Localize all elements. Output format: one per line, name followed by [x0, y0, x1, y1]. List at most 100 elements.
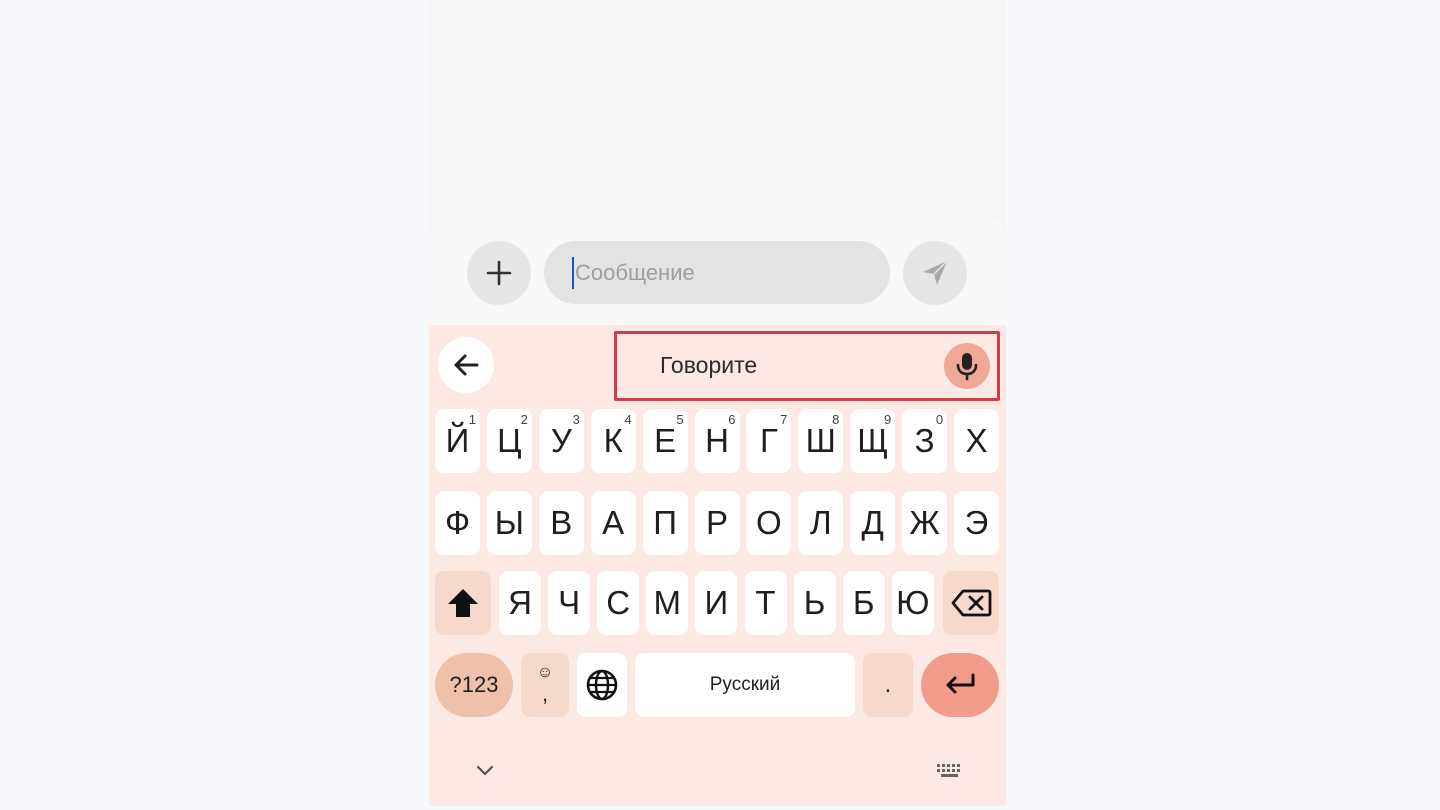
key-label: И: [704, 584, 729, 621]
key-label: Р: [705, 504, 728, 541]
key-label: Х: [965, 422, 988, 459]
letter-key[interactable]: Ч: [548, 571, 591, 635]
letter-key[interactable]: Ы: [486, 491, 532, 555]
emoji-icon: ☺: [536, 664, 554, 681]
key-number-hint: 5: [676, 412, 684, 427]
letter-key[interactable]: О: [746, 491, 792, 555]
key-label: Э: [964, 504, 989, 541]
letter-key[interactable]: Д: [850, 491, 896, 555]
key-label: Щ: [857, 422, 889, 459]
symbols-key[interactable]: ?123: [435, 653, 513, 717]
key-label: Д: [861, 504, 884, 541]
mic-icon: [956, 353, 978, 381]
key-label: Л: [809, 504, 832, 541]
key-label: Ю: [896, 584, 930, 621]
letter-key[interactable]: Я: [499, 571, 541, 635]
shift-icon: [448, 589, 478, 617]
key-number-hint: 0: [935, 412, 944, 427]
letter-key[interactable]: М: [646, 571, 689, 635]
letter-key[interactable]: В: [538, 491, 584, 555]
letter-key[interactable]: Ь: [793, 571, 836, 635]
key-label: Я: [508, 584, 532, 621]
key-label: У: [550, 422, 572, 459]
letter-key[interactable]: З0: [902, 409, 948, 473]
letter-key[interactable]: А: [590, 491, 636, 555]
letter-key[interactable]: У3: [538, 409, 584, 473]
mic-button[interactable]: [944, 343, 990, 389]
enter-icon: [946, 673, 975, 694]
key-number-hint: 1: [468, 412, 476, 427]
letter-key[interactable]: Ю: [891, 571, 934, 635]
key-label: С: [606, 584, 631, 621]
key-label: Ч: [558, 584, 581, 621]
voice-status-text: Говорите: [660, 352, 758, 378]
key-number-hint: 4: [624, 412, 632, 427]
message-input[interactable]: [575, 259, 865, 286]
space-key[interactable]: Русский: [635, 653, 855, 717]
letter-key[interactable]: Э: [954, 491, 999, 555]
key-label: П: [653, 504, 677, 541]
letter-key[interactable]: И: [695, 571, 738, 635]
letter-key[interactable]: Б: [842, 571, 885, 635]
key-label: Ф: [444, 504, 471, 541]
backspace-key[interactable]: [943, 571, 999, 635]
key-number-hint: 8: [832, 412, 840, 427]
letter-key[interactable]: С: [597, 571, 640, 635]
key-label: О: [756, 504, 782, 541]
emoji-comma-key[interactable]: ☺ ,: [521, 653, 569, 717]
key-label: Г: [759, 422, 778, 459]
letter-key[interactable]: Щ9: [850, 409, 896, 473]
key-label: В: [550, 504, 573, 541]
key-label: М: [653, 584, 682, 621]
letter-key[interactable]: Г7: [746, 409, 792, 473]
letter-key[interactable]: К4: [590, 409, 636, 473]
compose-bar: [429, 215, 1006, 325]
shift-key[interactable]: [435, 571, 491, 635]
letter-key[interactable]: Н6: [694, 409, 740, 473]
key-label: Ж: [909, 504, 940, 541]
key-number-hint: 7: [780, 412, 788, 427]
back-arrow-icon: [454, 354, 479, 376]
letter-key[interactable]: П: [642, 491, 688, 555]
key-number-hint: 2: [520, 412, 528, 427]
letter-key[interactable]: Т: [744, 571, 787, 635]
letter-key[interactable]: Ф: [435, 491, 480, 555]
key-label: Ш: [805, 422, 836, 459]
key-number-hint: 9: [883, 412, 892, 427]
message-field[interactable]: [544, 241, 890, 304]
language-key[interactable]: [577, 653, 627, 717]
voice-input-panel: Говорите: [614, 331, 1000, 401]
key-label: Ц: [497, 422, 522, 459]
letter-key[interactable]: Ж: [902, 491, 948, 555]
key-label: Б: [852, 584, 875, 621]
text-cursor: [572, 256, 574, 289]
add-attachment-button[interactable]: [467, 241, 531, 305]
send-icon: [923, 260, 948, 285]
letter-key[interactable]: Х: [954, 409, 999, 473]
letter-key[interactable]: Ш8: [798, 409, 844, 473]
key-number-hint: 3: [572, 412, 580, 427]
hide-keyboard-button[interactable]: [471, 757, 499, 785]
letter-key[interactable]: Е5: [642, 409, 688, 473]
comma-label: ,: [541, 681, 549, 706]
keyboard-switch-button[interactable]: [933, 757, 967, 785]
key-label: Й: [445, 422, 470, 459]
letter-key[interactable]: Й1: [435, 409, 480, 473]
chevron-down-icon: [476, 765, 494, 776]
key-label: Е: [654, 422, 677, 459]
letter-key[interactable]: Ц2: [486, 409, 532, 473]
globe-icon: [586, 669, 618, 701]
key-number-hint: 6: [728, 412, 736, 427]
phone-screen: Говорите Й1Ц2У3К4Е5Н6Г7Ш8Щ9З0Х ФЫВАПРОЛД…: [429, 0, 1006, 806]
plus-icon: [486, 260, 512, 286]
letter-key[interactable]: Л: [798, 491, 844, 555]
period-key[interactable]: .: [863, 653, 913, 717]
send-button[interactable]: [903, 241, 967, 305]
back-button[interactable]: [438, 337, 494, 393]
enter-key[interactable]: [921, 653, 999, 717]
key-label: К: [603, 422, 623, 459]
key-label: Ь: [803, 584, 826, 621]
key-label: Ы: [494, 504, 524, 541]
letter-key[interactable]: Р: [694, 491, 740, 555]
key-label: З: [914, 422, 935, 459]
